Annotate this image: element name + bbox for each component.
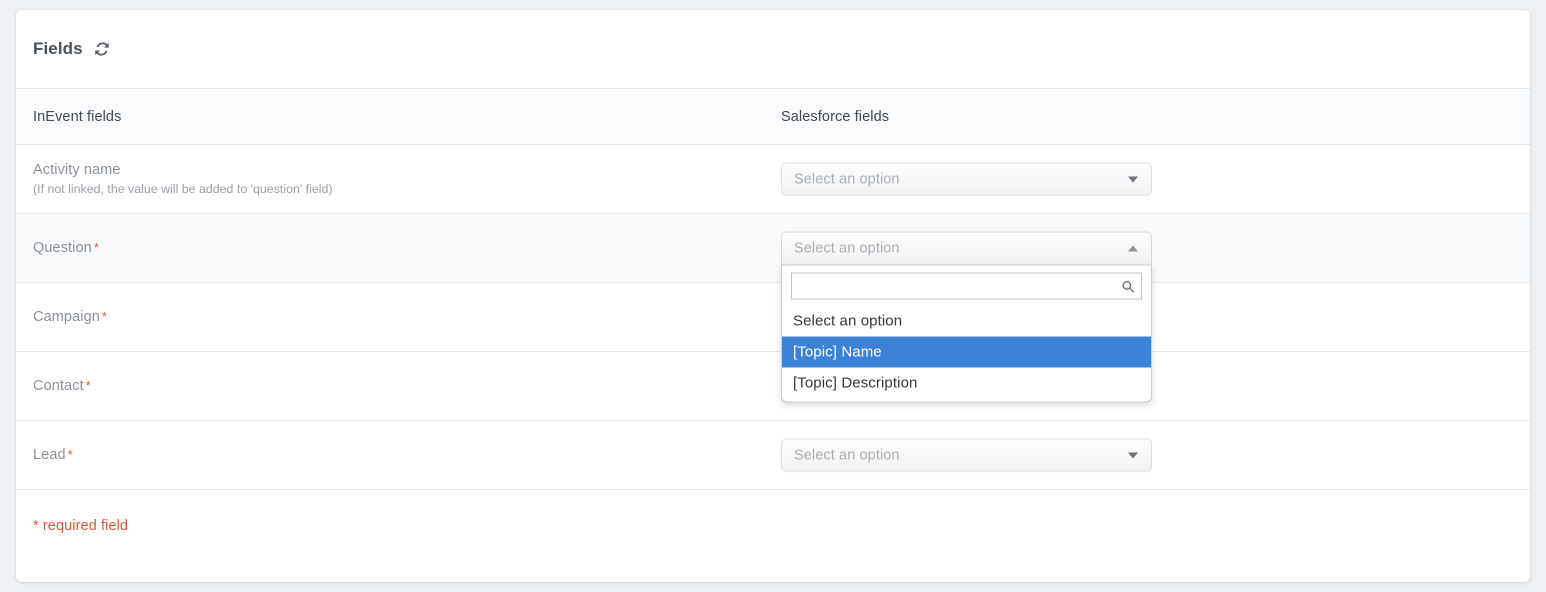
table-row-contact: Contact* Select an option <box>16 352 1530 421</box>
select-activity-name-value: Select an option <box>794 171 900 187</box>
field-label-campaign: Campaign * <box>33 308 781 326</box>
refresh-sync-icon[interactable] <box>94 41 110 57</box>
page-background: Fields InEvent fields Salesforce fields <box>0 0 1546 592</box>
dropdown-search-box[interactable] <box>791 272 1142 300</box>
required-asterisk-contact: * <box>85 377 91 393</box>
required-asterisk-campaign: * <box>101 308 108 324</box>
field-label-question: Question * <box>33 239 781 257</box>
dropdown-question-panel: Select an option [Topic] Name [Topic] De… <box>781 264 1152 403</box>
dropdown-question: Select an option Select an option [Topic… <box>781 231 1152 403</box>
select-lead[interactable]: Select an option <box>781 438 1152 472</box>
dropdown-option-list: Select an option [Topic] Name [Topic] De… <box>782 306 1151 402</box>
field-label-lead-text: Lead <box>33 446 66 463</box>
column-header-inevent: InEvent fields <box>33 108 122 125</box>
dropdown-question-toggle[interactable]: Select an option <box>781 231 1152 265</box>
field-label-activity-name: Activity name <box>33 161 121 178</box>
card-footer: * required field <box>16 490 1530 561</box>
field-cell-lead: Lead * <box>16 446 781 464</box>
dropdown-question-value: Select an option <box>794 240 900 257</box>
select-lead-value: Select an option <box>794 447 900 463</box>
chevron-up-icon <box>1128 245 1138 252</box>
required-asterisk-lead: * <box>67 446 73 462</box>
table-row-campaign: Campaign* Select an option <box>16 283 1530 352</box>
page-title: Fields <box>33 39 83 58</box>
fields-card: Fields InEvent fields Salesforce fields <box>16 10 1530 582</box>
fields-table: InEvent fields Salesforce fields Activit… <box>16 89 1530 490</box>
select-activity-name[interactable]: Select an option <box>781 162 1152 196</box>
dropdown-search-input[interactable] <box>797 273 1121 299</box>
card-header: Fields <box>16 10 1530 89</box>
field-cell-question: Question * <box>16 239 781 257</box>
table-header-row: InEvent fields Salesforce fields <box>16 89 1530 145</box>
field-label-question-text: Question <box>33 239 92 256</box>
dropdown-option-topic-description[interactable]: [Topic] Description <box>782 368 1151 399</box>
field-sublabel-activity-name: (If not linked, the value will be added … <box>33 181 333 196</box>
field-cell-activity-name: Activity name (If not linked, the value … <box>16 161 781 198</box>
field-cell-contact: Contact * <box>16 377 781 395</box>
column-header-salesforce: Salesforce fields <box>781 108 890 125</box>
dropdown-option-topic-name[interactable]: [Topic] Name <box>782 336 1151 368</box>
chevron-down-icon <box>1128 452 1138 458</box>
required-asterisk-question: * <box>93 239 100 255</box>
field-label-contact-text: Contact <box>33 377 84 394</box>
field-label-contact: Contact * <box>33 377 781 395</box>
magnifier-icon[interactable] <box>1121 279 1135 293</box>
table-row-activity-name: Activity name (If not linked, the value … <box>16 145 1530 214</box>
required-field-note: * required field <box>33 517 129 534</box>
dropdown-option-select-an-option[interactable]: Select an option <box>782 306 1151 337</box>
table-row-lead: Lead * Select an option <box>16 421 1530 490</box>
field-label-campaign-text: Campaign <box>33 308 100 325</box>
header-cell-right: Salesforce fields <box>781 108 1530 126</box>
table-row-question: Question * Select an option Select an op… <box>16 214 1530 403</box>
header-cell-left: InEvent fields <box>16 108 781 126</box>
field-cell-campaign: Campaign * <box>16 308 781 326</box>
field-label-lead: Lead * <box>33 446 781 464</box>
chevron-down-icon <box>1128 176 1138 182</box>
